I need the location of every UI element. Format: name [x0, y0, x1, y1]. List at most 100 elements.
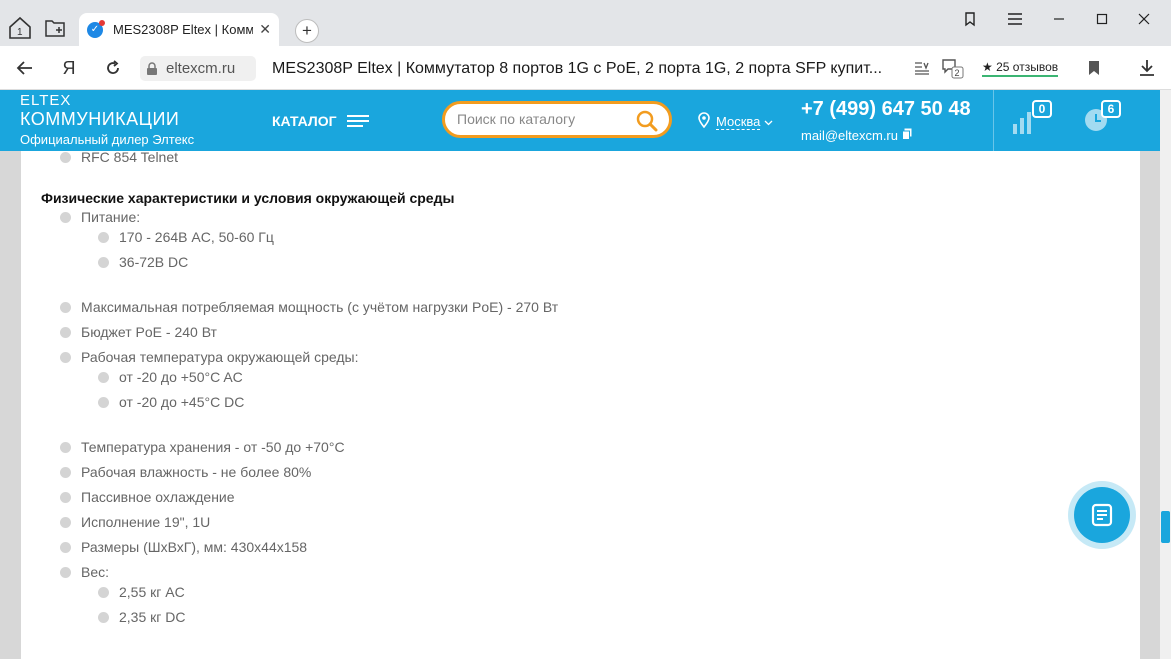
bullet-icon — [60, 491, 71, 503]
search-input[interactable] — [457, 111, 627, 127]
browser-address-bar: Я eltexcm.ru MES2308P Eltex | Коммутатор… — [0, 46, 1171, 90]
email-text: mail@eltexcm.ru — [801, 128, 898, 143]
close-tab-icon[interactable]: ✕ — [259, 21, 271, 38]
city-selector[interactable]: Москва — [698, 112, 773, 131]
list-item-text: Исполнение 19", 1U — [81, 514, 211, 530]
list-item-text: RFC 854 Telnet — [81, 149, 179, 165]
yandex-button[interactable]: Я — [57, 57, 81, 79]
minimize-button[interactable] — [1047, 8, 1071, 30]
burger-menu-icon — [346, 112, 369, 130]
list-item-text: от -20 до +45°C DC — [119, 394, 245, 410]
bookmark-icon — [1089, 61, 1099, 75]
list-item: Питание: — [60, 209, 140, 225]
list-item-text: Размеры (ШхВхГ), мм: 430x44x158 — [81, 539, 308, 555]
browser-tab-bar: 1 ✓ MES2308P Eltex | Коммутатор ✕ + — [0, 0, 1171, 46]
bookmark-button[interactable] — [1082, 57, 1106, 79]
sub-list-item: 36-72В DC — [98, 254, 188, 270]
search-icon[interactable] — [635, 109, 659, 138]
compare-button[interactable]: 0 — [1012, 100, 1052, 139]
bullet-icon — [98, 256, 109, 268]
folder-plus-icon — [45, 20, 65, 37]
url-field[interactable]: eltexcm.ru — [140, 56, 256, 81]
bullet-icon — [60, 541, 71, 553]
close-window-button[interactable] — [1132, 8, 1156, 30]
cart-button[interactable]: 6 — [1083, 100, 1121, 139]
browser-menu-button[interactable] — [1003, 8, 1027, 30]
bullet-icon — [60, 351, 71, 363]
logo-dealer-text: Официальный дилер Элтекс — [20, 132, 195, 147]
maximize-button[interactable] — [1090, 8, 1114, 30]
new-tab-group-button[interactable] — [40, 13, 70, 43]
bullet-icon — [98, 396, 109, 408]
catalog-label: КАТАЛОГ — [272, 113, 337, 129]
email-link[interactable]: mail@eltexcm.ru — [801, 128, 912, 143]
back-button[interactable] — [13, 57, 37, 79]
logo-main-text[interactable]: КОММУНИКАЦИИ — [20, 109, 179, 130]
bullet-icon — [60, 516, 71, 528]
list-item: Размеры (ШхВхГ), мм: 430x44x158 — [60, 539, 307, 555]
bullet-icon — [60, 466, 71, 478]
sub-list-item: 170 - 264В AC, 50-60 Гц — [98, 229, 274, 245]
sub-list-item: 2,55 кг AC — [98, 584, 185, 600]
reload-icon — [107, 60, 119, 74]
active-tab[interactable]: ✓ MES2308P Eltex | Коммутатор ✕ — [79, 13, 279, 46]
catalog-button[interactable]: КАТАЛОГ — [272, 112, 369, 130]
reader-mode-button[interactable] — [910, 57, 934, 79]
sub-list-item: от -20 до +50°C AC — [98, 369, 243, 385]
list-item: Рабочая влажность - не более 80% — [60, 464, 311, 480]
copy-icon[interactable] — [901, 128, 912, 143]
download-icon — [1140, 60, 1154, 76]
reader-mode-icon — [915, 62, 929, 75]
list-item: Бюджет PoE - 240 Вт — [60, 324, 217, 340]
scrollbar-thumb[interactable] — [1161, 511, 1170, 543]
bullet-icon — [98, 371, 109, 383]
section-heading: Физические характеристики и условия окру… — [41, 190, 455, 206]
phone-number[interactable]: +7 (499) 647 50 48 — [801, 98, 971, 121]
reviews-link[interactable]: ★ 25 отзывов — [982, 60, 1059, 77]
list-item-text: Максимальная потребляемая мощность (с уч… — [81, 299, 559, 315]
list-item-text: Пассивное охлаждение — [81, 489, 235, 505]
list-item-text: Питание: — [81, 209, 141, 225]
comments-icon: 2 — [942, 59, 964, 79]
list-item-text: Бюджет PoE - 240 Вт — [81, 324, 217, 340]
location-pin-icon — [698, 112, 710, 131]
search-box — [442, 101, 672, 138]
downloads-button[interactable] — [1135, 57, 1159, 79]
chat-note-icon — [1091, 503, 1113, 527]
list-item: RFC 854 Telnet — [60, 149, 178, 165]
header-divider — [993, 90, 994, 151]
bullet-icon — [60, 566, 71, 578]
list-item: Температура хранения - от -50 до +70°C — [60, 439, 345, 455]
sub-list-item: 2,35 кг DC — [98, 609, 185, 625]
home-tab-button[interactable]: 1 — [5, 13, 35, 43]
chevron-down-icon — [764, 114, 773, 129]
tab-list-button[interactable] — [958, 8, 982, 30]
reviews-text: 25 отзывов — [996, 60, 1059, 74]
reload-button[interactable] — [101, 57, 125, 79]
list-item: Пассивное охлаждение — [60, 489, 235, 505]
compare-count-badge: 0 — [1032, 100, 1052, 118]
list-item-text: 36-72В DC — [119, 254, 189, 270]
sub-list-item: от -20 до +45°C DC — [98, 394, 244, 410]
site-favicon-icon: ✓ — [87, 19, 105, 38]
product-specs-content: RFC 854 Telnet Физические характеристики… — [21, 149, 1140, 659]
logo-top-text[interactable]: ELTEX — [20, 92, 71, 109]
url-text: eltexcm.ru — [166, 60, 236, 77]
bullet-icon — [60, 211, 71, 223]
city-name: Москва — [716, 113, 761, 130]
list-item: Вес: — [60, 564, 109, 580]
page-scrollbar[interactable] — [1160, 90, 1171, 659]
comments-button[interactable]: 2 — [940, 57, 964, 79]
list-item-text: Температура хранения - от -50 до +70°C — [81, 439, 345, 455]
list-item-text: Рабочая влажность - не более 80% — [81, 464, 312, 480]
list-item: Рабочая температура окружающей среды: — [60, 349, 358, 365]
maximize-icon — [1096, 13, 1108, 25]
chat-button[interactable] — [1068, 481, 1136, 549]
hamburger-menu-icon — [1008, 13, 1022, 25]
bullet-icon — [60, 151, 71, 163]
cart-count-badge: 6 — [1101, 100, 1121, 118]
list-item: Максимальная потребляемая мощность (с уч… — [60, 299, 558, 315]
new-tab-button[interactable]: + — [295, 19, 319, 43]
minimize-icon — [1054, 18, 1064, 20]
page-title: MES2308P Eltex | Коммутатор 8 портов 1G … — [272, 60, 883, 77]
